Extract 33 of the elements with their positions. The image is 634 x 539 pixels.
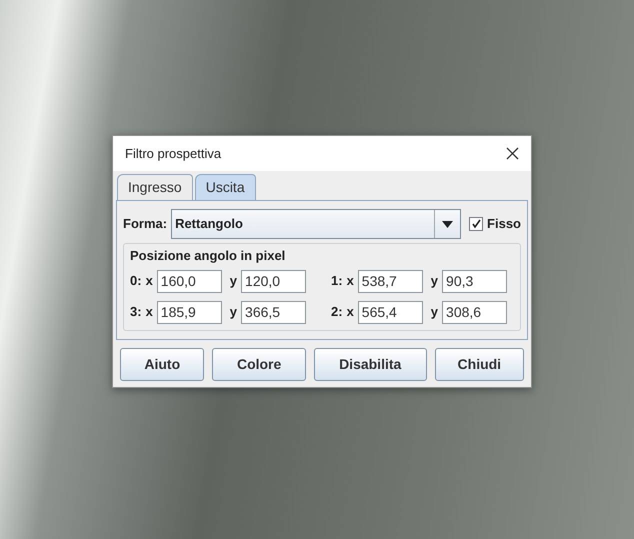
fixed-label: Fisso: [487, 215, 521, 234]
checkbox[interactable]: [469, 217, 484, 231]
y-label: y: [430, 303, 438, 322]
x-input-field[interactable]: 160,0: [156, 270, 222, 292]
x-label: x: [346, 303, 354, 322]
x-input-field[interactable]: 538,7: [358, 270, 423, 292]
group-title: Posizione angolo in pixel: [130, 247, 286, 265]
window-title: Filtro prospettiva: [125, 144, 222, 163]
corner-label: 0:: [130, 272, 142, 290]
tab[interactable]: Uscita: [194, 174, 256, 200]
x-label: x: [146, 303, 153, 322]
close-icon[interactable]: [506, 147, 519, 160]
shape-label: Forma:: [123, 215, 168, 234]
dialog-button[interactable]: Chiudi: [434, 348, 524, 380]
y-input-field[interactable]: 366,5: [241, 300, 306, 324]
tab[interactable]: Ingresso: [117, 174, 193, 200]
y-input-field[interactable]: 90,3: [442, 270, 508, 292]
x-label: x: [146, 272, 153, 290]
x-input-field[interactable]: 185,9: [156, 300, 222, 324]
y-input-field[interactable]: 308,6: [442, 300, 508, 324]
dialog-button[interactable]: Colore: [212, 348, 306, 380]
corner-label: 2:: [331, 303, 343, 322]
dialog-button[interactable]: Aiuto: [120, 348, 204, 380]
y-label: y: [230, 303, 238, 322]
corner-label: 3:: [130, 303, 142, 322]
shape-dropdown[interactable]: Rettangolo: [171, 209, 462, 239]
dialog-button[interactable]: Disabilita: [314, 348, 427, 380]
y-label: y: [230, 272, 238, 290]
y-input-field[interactable]: 120,0: [241, 270, 306, 292]
x-label: x: [346, 272, 354, 290]
x-input-field[interactable]: 565,4: [358, 300, 423, 324]
y-label: y: [430, 272, 438, 290]
corner-label: 1:: [331, 272, 343, 290]
